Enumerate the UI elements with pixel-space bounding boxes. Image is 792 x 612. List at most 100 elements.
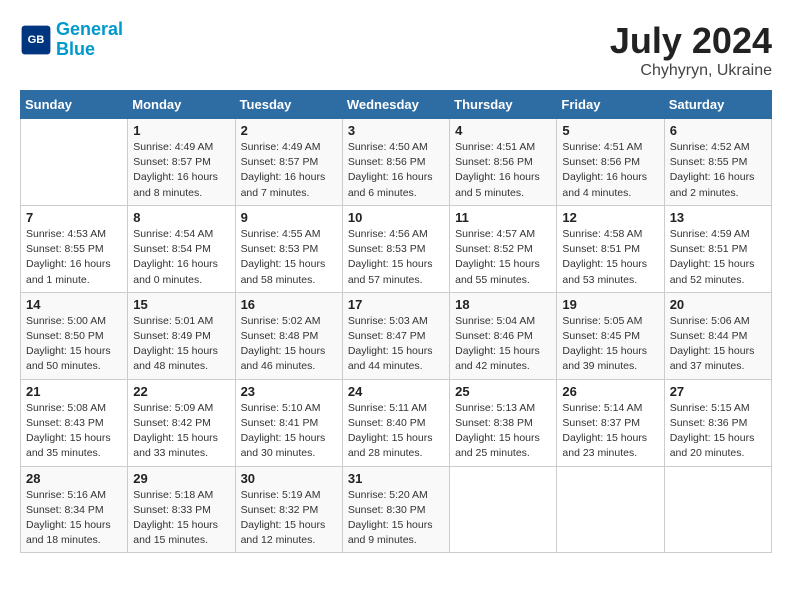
day-info: Sunrise: 5:06 AMSunset: 8:44 PMDaylight:… <box>670 314 766 375</box>
day-cell: 23 Sunrise: 5:10 AMSunset: 8:41 PMDayligh… <box>235 379 342 466</box>
day-info: Sunrise: 5:04 AMSunset: 8:46 PMDaylight:… <box>455 314 551 375</box>
day-cell: 11 Sunrise: 4:57 AMSunset: 8:52 PMDayligh… <box>450 205 557 292</box>
day-info: Sunrise: 4:57 AMSunset: 8:52 PMDaylight:… <box>455 227 551 288</box>
day-info: Sunrise: 5:03 AMSunset: 8:47 PMDaylight:… <box>348 314 444 375</box>
day-cell: 29 Sunrise: 5:18 AMSunset: 8:33 PMDayligh… <box>128 466 235 553</box>
day-number: 27 <box>670 384 766 399</box>
header-row: SundayMondayTuesdayWednesdayThursdayFrid… <box>21 91 772 119</box>
day-cell: 24 Sunrise: 5:11 AMSunset: 8:40 PMDayligh… <box>342 379 449 466</box>
day-cell <box>664 466 771 553</box>
day-info: Sunrise: 4:59 AMSunset: 8:51 PMDaylight:… <box>670 227 766 288</box>
day-number: 2 <box>241 123 337 138</box>
day-info: Sunrise: 4:55 AMSunset: 8:53 PMDaylight:… <box>241 227 337 288</box>
col-header-monday: Monday <box>128 91 235 119</box>
day-number: 25 <box>455 384 551 399</box>
day-info: Sunrise: 5:01 AMSunset: 8:49 PMDaylight:… <box>133 314 229 375</box>
day-cell: 16 Sunrise: 5:02 AMSunset: 8:48 PMDayligh… <box>235 292 342 379</box>
month-year: July 2024 <box>610 20 772 62</box>
day-info: Sunrise: 4:51 AMSunset: 8:56 PMDaylight:… <box>455 140 551 201</box>
day-cell: 1 Sunrise: 4:49 AMSunset: 8:57 PMDaylight… <box>128 119 235 206</box>
col-header-wednesday: Wednesday <box>342 91 449 119</box>
day-info: Sunrise: 5:00 AMSunset: 8:50 PMDaylight:… <box>26 314 122 375</box>
page-header: GB GeneralBlue July 2024 Chyhyryn, Ukrai… <box>20 20 772 80</box>
day-number: 16 <box>241 297 337 312</box>
day-info: Sunrise: 4:58 AMSunset: 8:51 PMDaylight:… <box>562 227 658 288</box>
day-cell: 10 Sunrise: 4:56 AMSunset: 8:53 PMDayligh… <box>342 205 449 292</box>
day-info: Sunrise: 5:08 AMSunset: 8:43 PMDaylight:… <box>26 401 122 462</box>
day-info: Sunrise: 4:54 AMSunset: 8:54 PMDaylight:… <box>133 227 229 288</box>
day-cell <box>21 119 128 206</box>
day-info: Sunrise: 5:19 AMSunset: 8:32 PMDaylight:… <box>241 488 337 549</box>
day-number: 18 <box>455 297 551 312</box>
day-number: 17 <box>348 297 444 312</box>
day-cell <box>450 466 557 553</box>
logo-text: GeneralBlue <box>56 20 123 60</box>
day-number: 1 <box>133 123 229 138</box>
day-number: 24 <box>348 384 444 399</box>
day-number: 20 <box>670 297 766 312</box>
day-cell: 8 Sunrise: 4:54 AMSunset: 8:54 PMDaylight… <box>128 205 235 292</box>
day-cell: 17 Sunrise: 5:03 AMSunset: 8:47 PMDayligh… <box>342 292 449 379</box>
col-header-sunday: Sunday <box>21 91 128 119</box>
day-number: 29 <box>133 471 229 486</box>
day-number: 21 <box>26 384 122 399</box>
col-header-saturday: Saturday <box>664 91 771 119</box>
col-header-thursday: Thursday <box>450 91 557 119</box>
day-cell: 19Sunrise: 5:05 AMSunset: 8:45 PMDayligh… <box>557 292 664 379</box>
day-number: 8 <box>133 210 229 225</box>
day-cell: 27 Sunrise: 5:15 AMSunset: 8:36 PMDayligh… <box>664 379 771 466</box>
day-cell: 31 Sunrise: 5:20 AMSunset: 8:30 PMDayligh… <box>342 466 449 553</box>
day-number: 14 <box>26 297 122 312</box>
calendar-table: SundayMondayTuesdayWednesdayThursdayFrid… <box>20 90 772 553</box>
day-number: 30 <box>241 471 337 486</box>
day-cell: 18 Sunrise: 5:04 AMSunset: 8:46 PMDayligh… <box>450 292 557 379</box>
day-cell: 6 Sunrise: 4:52 AMSunset: 8:55 PMDaylight… <box>664 119 771 206</box>
location: Chyhyryn, Ukraine <box>610 62 772 80</box>
week-row-3: 14 Sunrise: 5:00 AMSunset: 8:50 PMDayligh… <box>21 292 772 379</box>
day-cell: 12Sunrise: 4:58 AMSunset: 8:51 PMDayligh… <box>557 205 664 292</box>
day-cell: 9 Sunrise: 4:55 AMSunset: 8:53 PMDaylight… <box>235 205 342 292</box>
day-cell: 20 Sunrise: 5:06 AMSunset: 8:44 PMDayligh… <box>664 292 771 379</box>
day-number: 28 <box>26 471 122 486</box>
day-info: Sunrise: 4:56 AMSunset: 8:53 PMDaylight:… <box>348 227 444 288</box>
day-number: 11 <box>455 210 551 225</box>
day-info: Sunrise: 5:11 AMSunset: 8:40 PMDaylight:… <box>348 401 444 462</box>
week-row-2: 7Sunrise: 4:53 AMSunset: 8:55 PMDaylight… <box>21 205 772 292</box>
day-number: 10 <box>348 210 444 225</box>
day-cell: 5Sunrise: 4:51 AMSunset: 8:56 PMDaylight… <box>557 119 664 206</box>
day-cell: 25Sunrise: 5:13 AMSunset: 8:38 PMDayligh… <box>450 379 557 466</box>
day-cell: 3Sunrise: 4:50 AMSunset: 8:56 PMDaylight… <box>342 119 449 206</box>
day-cell: 26Sunrise: 5:14 AMSunset: 8:37 PMDayligh… <box>557 379 664 466</box>
day-info: Sunrise: 5:05 AMSunset: 8:45 PMDaylight:… <box>562 314 658 375</box>
day-number: 4 <box>455 123 551 138</box>
day-cell: 4 Sunrise: 4:51 AMSunset: 8:56 PMDaylight… <box>450 119 557 206</box>
day-info: Sunrise: 5:20 AMSunset: 8:30 PMDaylight:… <box>348 488 444 549</box>
day-cell <box>557 466 664 553</box>
logo: GB GeneralBlue <box>20 20 123 60</box>
svg-text:GB: GB <box>28 34 45 46</box>
day-info: Sunrise: 4:52 AMSunset: 8:55 PMDaylight:… <box>670 140 766 201</box>
day-info: Sunrise: 5:18 AMSunset: 8:33 PMDaylight:… <box>133 488 229 549</box>
day-info: Sunrise: 5:14 AMSunset: 8:37 PMDaylight:… <box>562 401 658 462</box>
day-number: 15 <box>133 297 229 312</box>
day-info: Sunrise: 4:51 AMSunset: 8:56 PMDaylight:… <box>562 140 658 201</box>
day-cell: 28Sunrise: 5:16 AMSunset: 8:34 PMDayligh… <box>21 466 128 553</box>
day-number: 9 <box>241 210 337 225</box>
day-info: Sunrise: 4:49 AMSunset: 8:57 PMDaylight:… <box>241 140 337 201</box>
day-number: 31 <box>348 471 444 486</box>
day-info: Sunrise: 5:15 AMSunset: 8:36 PMDaylight:… <box>670 401 766 462</box>
day-cell: 13 Sunrise: 4:59 AMSunset: 8:51 PMDayligh… <box>664 205 771 292</box>
day-cell: 2 Sunrise: 4:49 AMSunset: 8:57 PMDaylight… <box>235 119 342 206</box>
logo-icon: GB <box>20 24 52 56</box>
day-cell: 15 Sunrise: 5:01 AMSunset: 8:49 PMDayligh… <box>128 292 235 379</box>
day-info: Sunrise: 4:49 AMSunset: 8:57 PMDaylight:… <box>133 140 229 201</box>
day-number: 13 <box>670 210 766 225</box>
day-info: Sunrise: 5:10 AMSunset: 8:41 PMDaylight:… <box>241 401 337 462</box>
day-number: 23 <box>241 384 337 399</box>
day-number: 6 <box>670 123 766 138</box>
day-info: Sunrise: 5:02 AMSunset: 8:48 PMDaylight:… <box>241 314 337 375</box>
col-header-friday: Friday <box>557 91 664 119</box>
day-info: Sunrise: 4:53 AMSunset: 8:55 PMDaylight:… <box>26 227 122 288</box>
day-number: 22 <box>133 384 229 399</box>
day-cell: 30 Sunrise: 5:19 AMSunset: 8:32 PMDayligh… <box>235 466 342 553</box>
